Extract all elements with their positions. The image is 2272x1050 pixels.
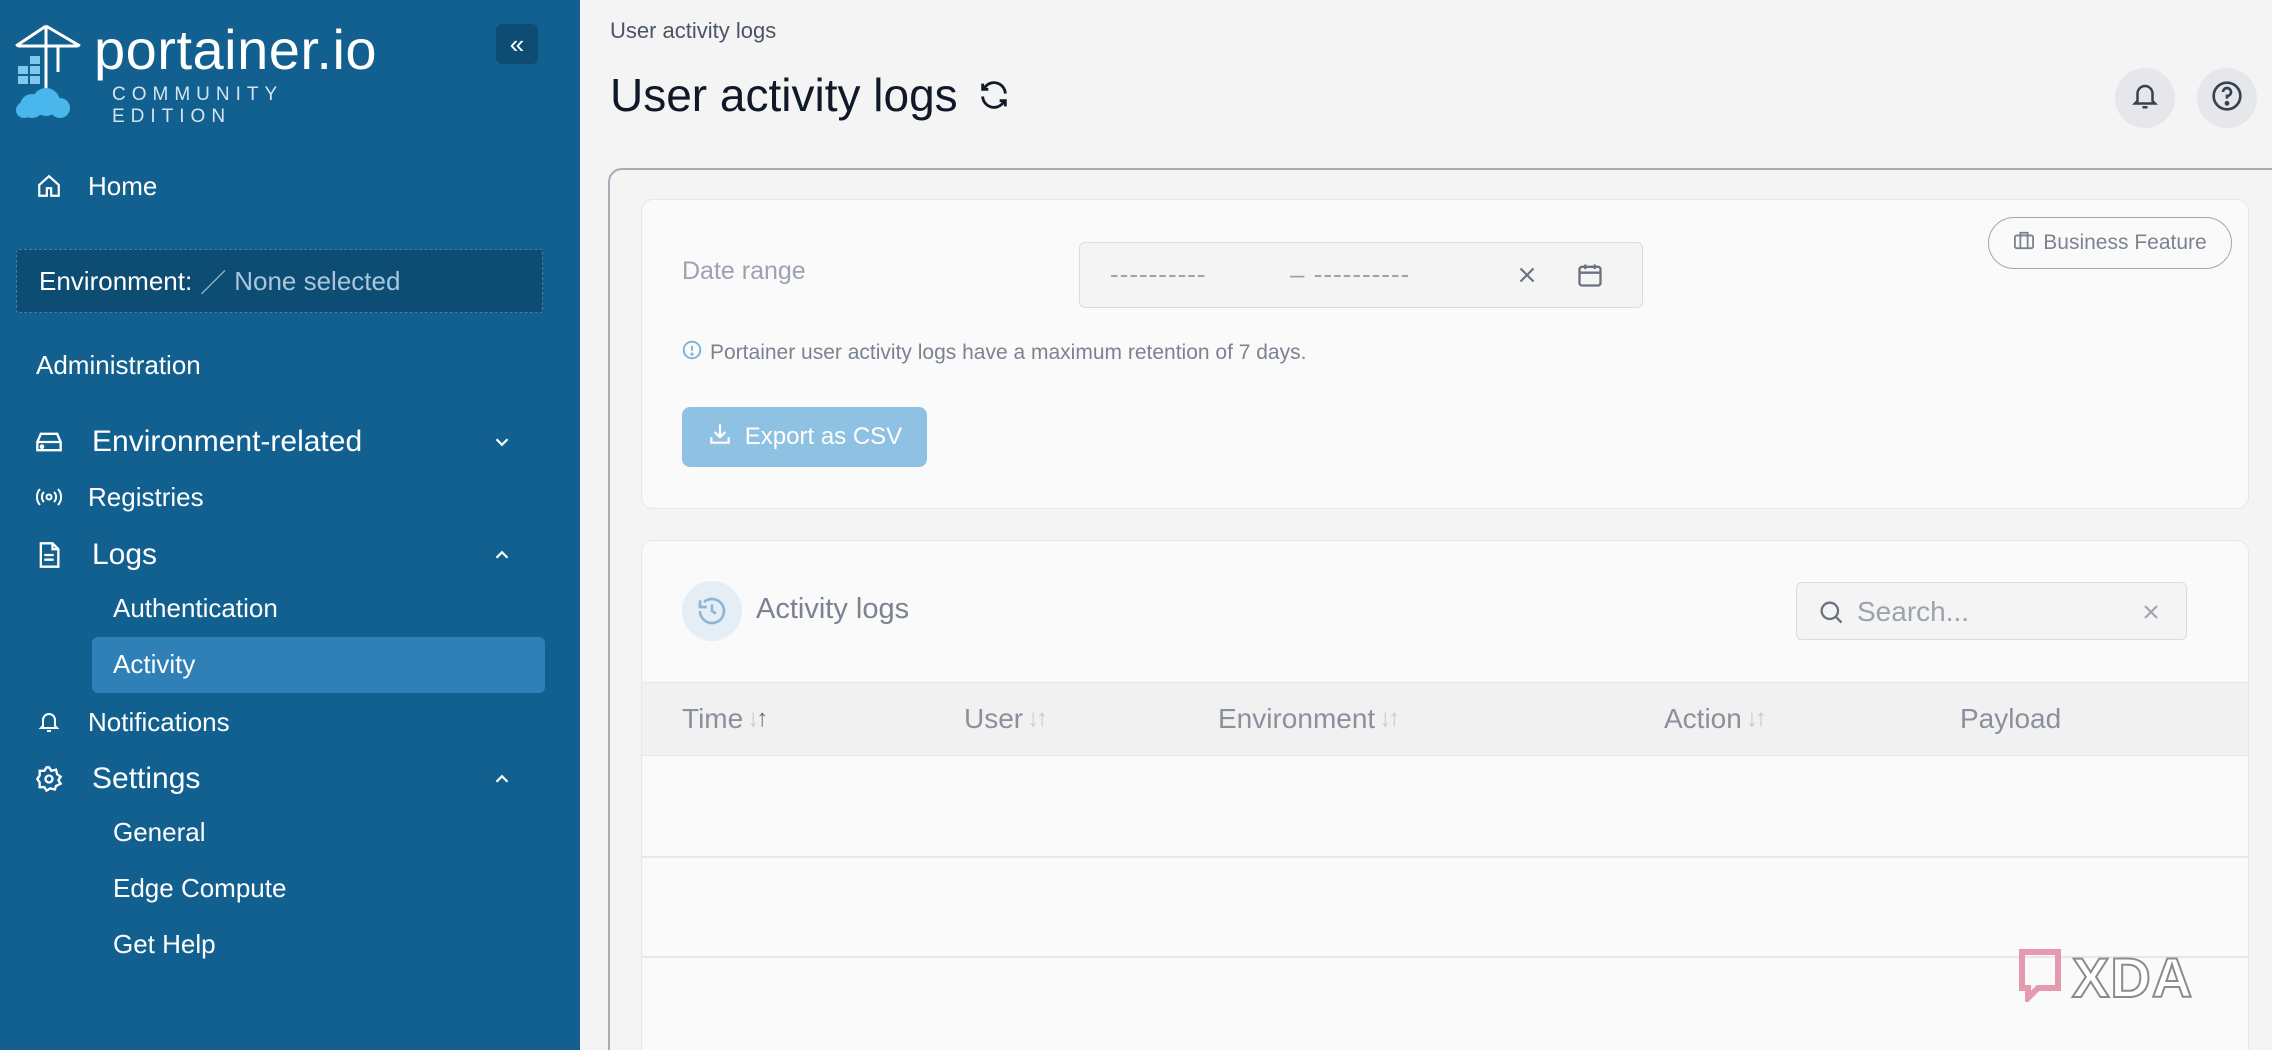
xda-watermark: XDA [2018, 945, 2238, 1010]
sidebar-item-label: Environment-related [92, 425, 363, 458]
column-user[interactable]: User ↓↑ [964, 703, 1048, 735]
sidebar-item-logs[interactable]: Logs [0, 535, 580, 575]
download-icon [707, 421, 733, 454]
sidebar-item-label: Registries [88, 481, 204, 512]
brand-edition: COMMUNITY EDITION [112, 84, 283, 127]
sidebar-item-settings[interactable]: Settings [0, 759, 580, 799]
badge-label: Business Feature [2043, 231, 2207, 254]
column-time[interactable]: Time ↓↑ [682, 703, 768, 735]
bell-icon [34, 707, 64, 737]
help-button[interactable] [2197, 68, 2257, 128]
search-placeholder: Search... [1857, 596, 1970, 627]
column-label: Action [1664, 703, 1742, 734]
brand-name: portainer.io [94, 18, 378, 81]
date-range-input[interactable]: ---------- – ---------- [1079, 242, 1643, 308]
sidebar-item-label: Home [88, 170, 158, 201]
environment-key: Environment: [39, 265, 193, 296]
environment-selector[interactable]: Environment: ／ None selected [16, 249, 543, 313]
activity-logs-title: Activity logs [756, 593, 910, 625]
search-icon [1817, 598, 1845, 631]
calendar-icon[interactable] [1576, 261, 1604, 294]
sidebar-item-label: Settings [92, 762, 201, 795]
export-csv-button[interactable]: Export as CSV [682, 407, 927, 467]
chevron-down-icon [488, 428, 516, 456]
sidebar-item-environment-related[interactable]: Environment-related [0, 422, 580, 462]
history-icon [682, 581, 742, 641]
server-icon [34, 427, 64, 457]
home-icon [34, 171, 64, 201]
sidebar-item-label: Notifications [88, 706, 230, 737]
sort-icon: ↓↑ [1745, 705, 1767, 732]
page-title-wrap: User activity logs [610, 68, 1014, 122]
sort-icon: ↓↑ [747, 705, 768, 732]
date-end-field[interactable]: – ---------- [1290, 259, 1410, 290]
row-divider [642, 856, 2248, 858]
date-range-label: Date range [682, 257, 806, 285]
breadcrumb[interactable]: User activity logs [610, 18, 776, 44]
xda-bracket-icon [2018, 948, 2064, 1007]
clear-date-icon[interactable] [1514, 262, 1540, 293]
gear-icon [34, 764, 64, 794]
info-icon [682, 340, 702, 366]
search-input[interactable]: Search... [1796, 582, 2187, 640]
sidebar-item-get-help[interactable]: Get Help [113, 929, 216, 960]
retention-note: Portainer user activity logs have a maxi… [682, 340, 1306, 366]
sort-icon: ↓↑ [1379, 705, 1400, 732]
xda-text: XDA [2071, 945, 2194, 1010]
document-icon [34, 540, 64, 570]
column-label: User [964, 703, 1024, 734]
sidebar-item-activity[interactable]: Activity [113, 649, 195, 680]
sidebar-item-general[interactable]: General [113, 817, 206, 848]
table-header: Time ↓↑ User ↓↑ Environment ↓↑ Action ↓↑… [642, 682, 2248, 756]
sort-icon: ↓↑ [1027, 705, 1048, 732]
column-label: Time [682, 703, 744, 734]
business-feature-badge[interactable]: Business Feature [1988, 217, 2232, 269]
double-chevron-left-icon: « [509, 28, 525, 59]
help-circle-icon [2211, 80, 2243, 117]
sidebar-item-home[interactable]: Home [0, 168, 580, 204]
chevron-up-icon [488, 765, 516, 793]
column-label: Payload [1960, 703, 2062, 734]
column-action[interactable]: Action ↓↑ [1664, 703, 1767, 735]
environment-value: None selected [234, 265, 401, 296]
column-environment[interactable]: Environment ↓↑ [1218, 703, 1400, 735]
sidebar-item-label: Logs [92, 538, 158, 571]
collapse-sidebar-button[interactable]: « [496, 24, 538, 64]
row-divider [642, 956, 2248, 958]
export-label: Export as CSV [744, 423, 903, 450]
refresh-icon[interactable] [974, 75, 1014, 115]
date-start-field[interactable]: ---------- [1110, 259, 1207, 290]
sidebar-item-edge-compute[interactable]: Edge Compute [113, 873, 286, 904]
slash-icon: ／ [200, 267, 227, 298]
column-payload: Payload [1960, 703, 2061, 735]
clear-search-icon[interactable] [2139, 600, 2163, 629]
bell-icon [2130, 81, 2160, 116]
chevron-up-icon [488, 541, 516, 569]
portainer-logo[interactable]: portainer.io COMMUNITY EDITION [12, 20, 377, 127]
briefcase-icon [2013, 230, 2035, 256]
sidebar-item-authentication[interactable]: Authentication [113, 593, 278, 624]
sidebar-item-registries[interactable]: Registries [0, 479, 580, 515]
section-administration: Administration [36, 350, 201, 380]
notifications-button[interactable] [2115, 68, 2175, 128]
portainer-crane-icon [12, 22, 84, 118]
column-label: Environment [1218, 703, 1376, 734]
retention-text: Portainer user activity logs have a maxi… [710, 341, 1307, 364]
sidebar: portainer.io COMMUNITY EDITION « Home En… [0, 0, 580, 1050]
radio-icon [34, 482, 64, 512]
page-title: User activity logs [610, 69, 958, 121]
sidebar-item-notifications[interactable]: Notifications [0, 704, 580, 740]
